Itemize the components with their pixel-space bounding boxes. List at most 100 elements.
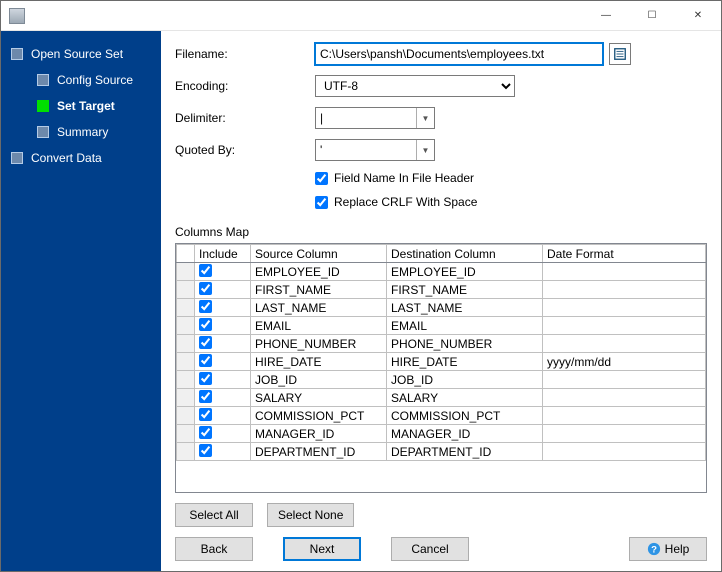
source-cell[interactable]: COMMISSION_PCT <box>251 407 387 425</box>
dest-cell[interactable]: COMMISSION_PCT <box>387 407 543 425</box>
format-cell[interactable] <box>543 335 706 353</box>
delimiter-combo[interactable]: | ▼ <box>315 107 435 129</box>
include-checkbox[interactable] <box>199 282 212 295</box>
include-checkbox[interactable] <box>199 426 212 439</box>
source-cell[interactable]: SALARY <box>251 389 387 407</box>
include-cell[interactable] <box>195 281 251 299</box>
source-cell[interactable]: DEPARTMENT_ID <box>251 443 387 461</box>
select-none-button[interactable]: Select None <box>267 503 354 527</box>
quoted-combo[interactable]: ' ▼ <box>315 139 435 161</box>
format-cell[interactable] <box>543 371 706 389</box>
filename-input[interactable] <box>315 43 603 65</box>
maximize-button[interactable]: ☐ <box>629 1 675 30</box>
format-cell[interactable]: yyyy/mm/dd <box>543 353 706 371</box>
include-cell[interactable] <box>195 443 251 461</box>
dest-cell[interactable]: HIRE_DATE <box>387 353 543 371</box>
row-header[interactable] <box>177 263 195 281</box>
include-checkbox[interactable] <box>199 444 212 457</box>
row-header[interactable] <box>177 335 195 353</box>
table-row[interactable]: FIRST_NAMEFIRST_NAME <box>177 281 706 299</box>
source-cell[interactable]: LAST_NAME <box>251 299 387 317</box>
crlf-checkbox-label[interactable]: Replace CRLF With Space <box>334 195 477 209</box>
include-checkbox[interactable] <box>199 390 212 403</box>
browse-button[interactable] <box>609 43 631 65</box>
encoding-select[interactable]: UTF-8 <box>315 75 515 97</box>
table-row[interactable]: PHONE_NUMBERPHONE_NUMBER <box>177 335 706 353</box>
format-cell[interactable] <box>543 425 706 443</box>
close-button[interactable]: ✕ <box>675 1 721 30</box>
col-source[interactable]: Source Column <box>251 245 387 263</box>
next-button[interactable]: Next <box>283 537 361 561</box>
minimize-button[interactable]: — <box>583 1 629 30</box>
cancel-button[interactable]: Cancel <box>391 537 469 561</box>
table-row[interactable]: HIRE_DATEHIRE_DATEyyyy/mm/dd <box>177 353 706 371</box>
col-include[interactable]: Include <box>195 245 251 263</box>
row-header[interactable] <box>177 299 195 317</box>
include-cell[interactable] <box>195 335 251 353</box>
table-row[interactable]: LAST_NAMELAST_NAME <box>177 299 706 317</box>
source-cell[interactable]: HIRE_DATE <box>251 353 387 371</box>
wizard-step[interactable]: Config Source <box>1 67 161 93</box>
dest-cell[interactable]: FIRST_NAME <box>387 281 543 299</box>
dest-cell[interactable]: EMAIL <box>387 317 543 335</box>
include-cell[interactable] <box>195 407 251 425</box>
back-button[interactable]: Back <box>175 537 253 561</box>
include-cell[interactable] <box>195 263 251 281</box>
col-format[interactable]: Date Format <box>543 245 706 263</box>
help-button[interactable]: ? Help <box>629 537 707 561</box>
include-cell[interactable] <box>195 353 251 371</box>
table-row[interactable]: COMMISSION_PCTCOMMISSION_PCT <box>177 407 706 425</box>
source-cell[interactable]: EMAIL <box>251 317 387 335</box>
row-header[interactable] <box>177 353 195 371</box>
table-row[interactable]: EMPLOYEE_IDEMPLOYEE_ID <box>177 263 706 281</box>
row-header[interactable] <box>177 425 195 443</box>
format-cell[interactable] <box>543 299 706 317</box>
include-cell[interactable] <box>195 425 251 443</box>
dest-cell[interactable]: SALARY <box>387 389 543 407</box>
table-row[interactable]: MANAGER_IDMANAGER_ID <box>177 425 706 443</box>
header-checkbox-label[interactable]: Field Name In File Header <box>334 171 474 185</box>
include-checkbox[interactable] <box>199 264 212 277</box>
select-all-button[interactable]: Select All <box>175 503 253 527</box>
include-cell[interactable] <box>195 371 251 389</box>
dest-cell[interactable]: PHONE_NUMBER <box>387 335 543 353</box>
source-cell[interactable]: JOB_ID <box>251 371 387 389</box>
wizard-step[interactable]: Summary <box>1 119 161 145</box>
format-cell[interactable] <box>543 443 706 461</box>
include-checkbox[interactable] <box>199 318 212 331</box>
format-cell[interactable] <box>543 281 706 299</box>
include-checkbox[interactable] <box>199 336 212 349</box>
dest-cell[interactable]: JOB_ID <box>387 371 543 389</box>
columns-map-grid[interactable]: Include Source Column Destination Column… <box>175 243 707 493</box>
dest-cell[interactable]: DEPARTMENT_ID <box>387 443 543 461</box>
row-header[interactable] <box>177 407 195 425</box>
include-checkbox[interactable] <box>199 408 212 421</box>
include-checkbox[interactable] <box>199 354 212 367</box>
format-cell[interactable] <box>543 389 706 407</box>
header-checkbox[interactable] <box>315 172 328 185</box>
table-row[interactable]: DEPARTMENT_IDDEPARTMENT_ID <box>177 443 706 461</box>
dest-cell[interactable]: LAST_NAME <box>387 299 543 317</box>
row-header[interactable] <box>177 371 195 389</box>
source-cell[interactable]: MANAGER_ID <box>251 425 387 443</box>
table-row[interactable]: EMAILEMAIL <box>177 317 706 335</box>
include-checkbox[interactable] <box>199 300 212 313</box>
include-checkbox[interactable] <box>199 372 212 385</box>
source-cell[interactable]: PHONE_NUMBER <box>251 335 387 353</box>
include-cell[interactable] <box>195 317 251 335</box>
col-dest[interactable]: Destination Column <box>387 245 543 263</box>
crlf-checkbox[interactable] <box>315 196 328 209</box>
include-cell[interactable] <box>195 299 251 317</box>
format-cell[interactable] <box>543 407 706 425</box>
table-row[interactable]: JOB_IDJOB_ID <box>177 371 706 389</box>
source-cell[interactable]: FIRST_NAME <box>251 281 387 299</box>
source-cell[interactable]: EMPLOYEE_ID <box>251 263 387 281</box>
wizard-step[interactable]: Set Target <box>1 93 161 119</box>
include-cell[interactable] <box>195 389 251 407</box>
format-cell[interactable] <box>543 263 706 281</box>
wizard-step[interactable]: Open Source Set <box>1 41 161 67</box>
dest-cell[interactable]: MANAGER_ID <box>387 425 543 443</box>
table-row[interactable]: SALARYSALARY <box>177 389 706 407</box>
row-header[interactable] <box>177 389 195 407</box>
row-header[interactable] <box>177 317 195 335</box>
